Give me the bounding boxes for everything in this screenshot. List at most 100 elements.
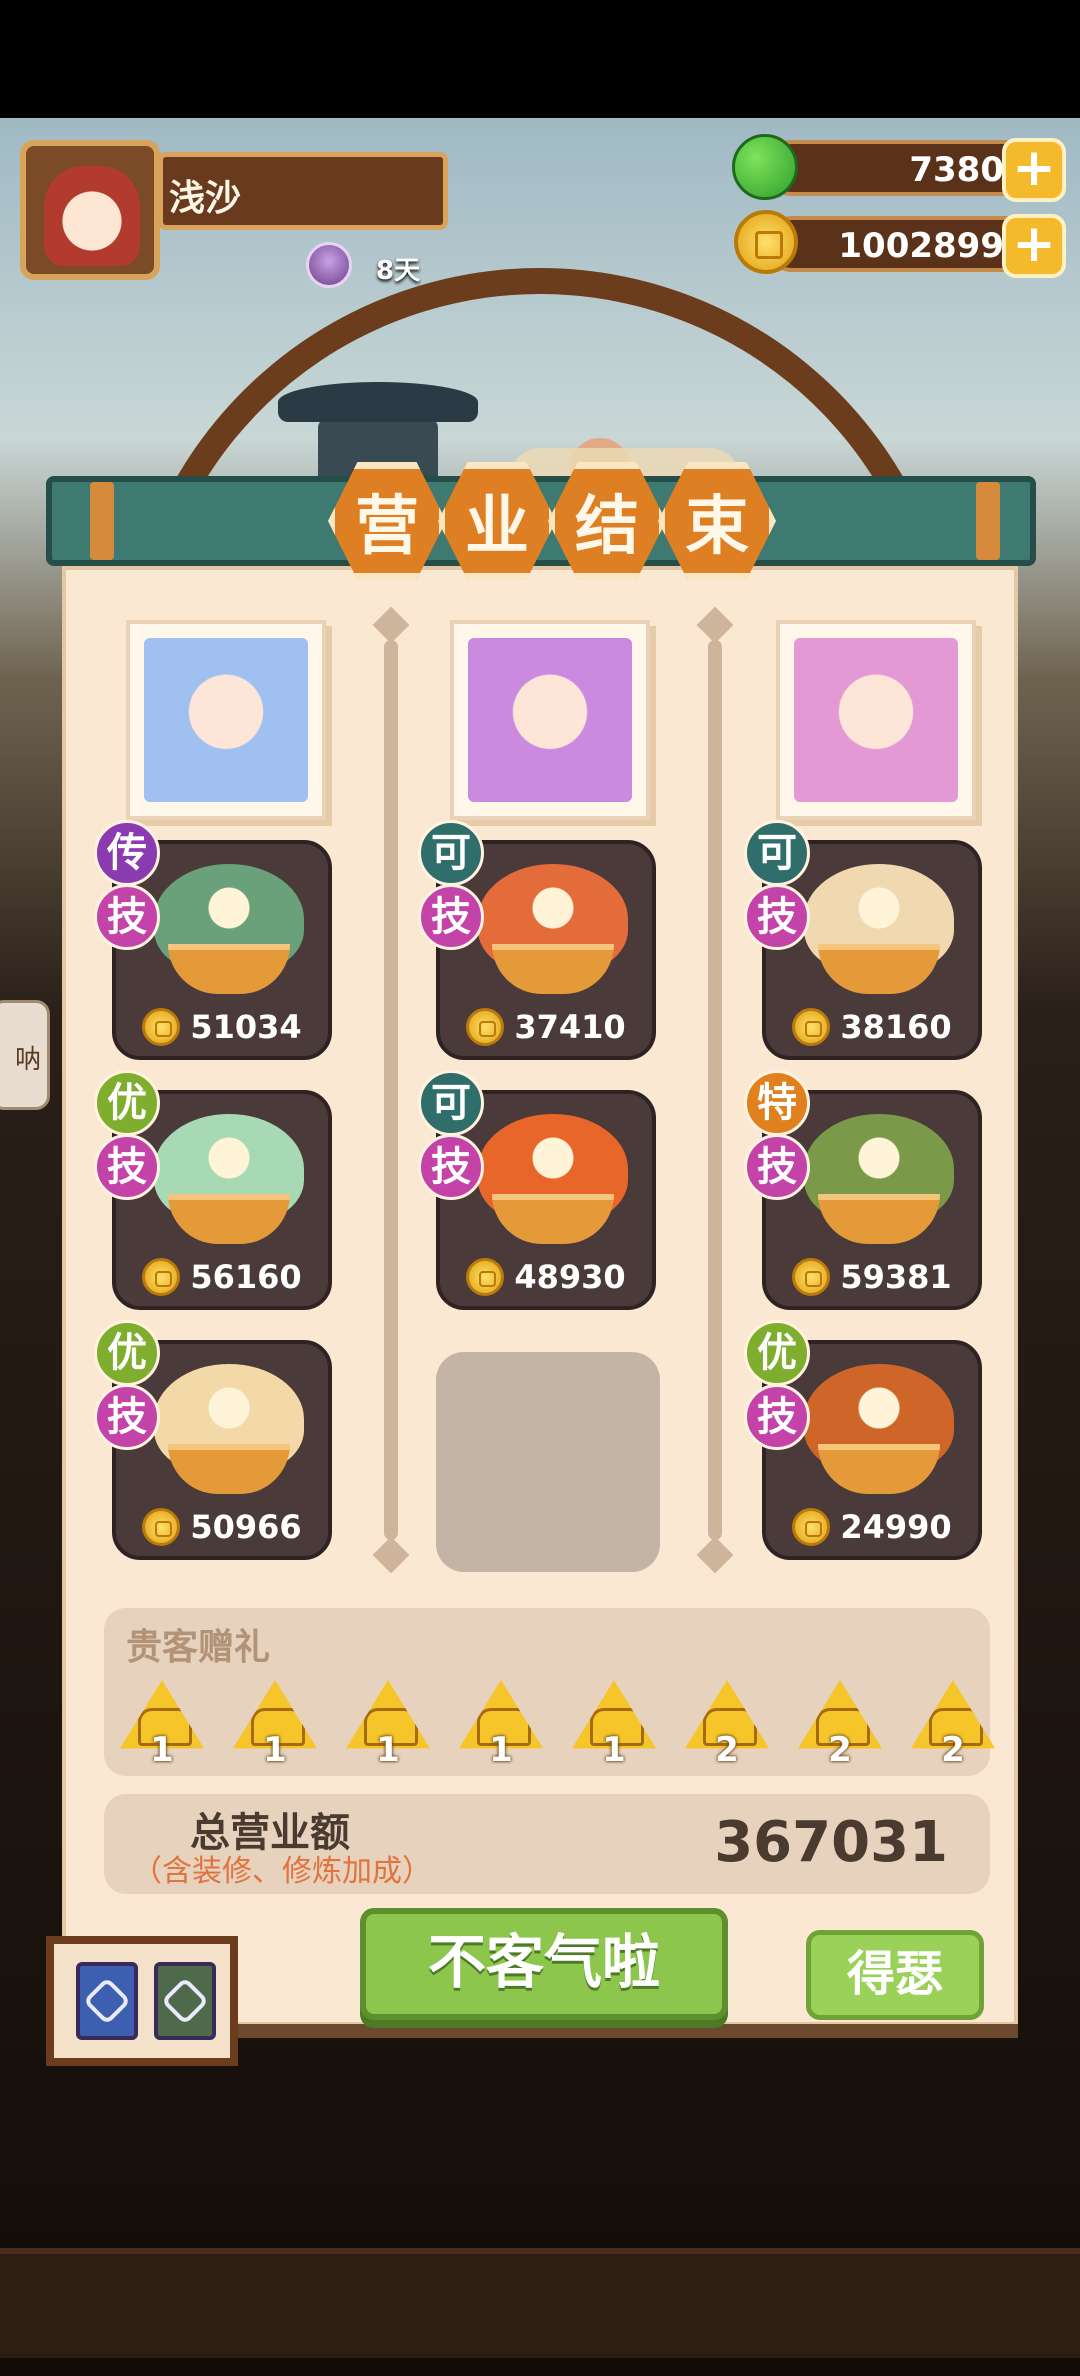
dish-price: 56160 [116,1258,328,1296]
dish-card[interactable]: 特技 59381 [744,1070,982,1310]
dish-card[interactable]: 优技 24990 [744,1320,982,1560]
dish-price-value: 50966 [190,1508,302,1546]
gift-count: 1 [263,1730,287,1770]
coin-icon [792,1258,831,1296]
bowl-icon [168,1444,290,1494]
dish-rank-badge: 优 [94,1070,160,1136]
chef-avatar-icon [44,166,140,266]
dish-price: 48930 [440,1258,652,1296]
skill-badge: 技 [94,1134,160,1200]
add-coin-button[interactable]: + [1002,214,1066,278]
total-revenue-note: （含装修、修炼加成） [132,1854,432,1889]
gift-item[interactable]: 2 [909,1680,997,1770]
gift-item[interactable]: 1 [344,1680,432,1770]
gift-count: 2 [828,1730,852,1770]
coin-icon [734,210,798,274]
green-ticket-icon [154,1962,216,2040]
coin-icon [466,1258,505,1296]
gift-item[interactable]: 1 [457,1680,545,1770]
player-avatar[interactable] [20,140,160,280]
show-off-button[interactable]: 得瑟 [806,1930,984,2020]
dish-price-value: 38160 [840,1008,952,1046]
gift-count: 2 [941,1730,965,1770]
coin-icon [792,1008,831,1046]
title-char: 营 [328,462,446,580]
white-hair-chef-portrait [144,638,308,802]
player-name: 浅沙 [169,178,242,219]
skill-badge: 技 [418,884,484,950]
ticket-board[interactable] [46,1936,238,2066]
fairy-icon [306,242,352,288]
dish-price: 24990 [766,1508,978,1546]
chef-portrait[interactable] [450,620,650,820]
day-count: 8天 [376,256,421,286]
bowl-icon [818,1194,940,1244]
title-closed-for-business: 营 业 结 束 [328,462,778,582]
gift-item[interactable]: 2 [683,1680,771,1770]
dish-card[interactable]: 优技 50966 [94,1320,332,1560]
dish-card[interactable]: 可技 37410 [418,820,656,1060]
dish-price: 59381 [766,1258,978,1296]
coin-icon [466,1008,505,1046]
blue-ticket-icon [76,1962,138,2040]
coin-icon [792,1508,831,1546]
apple-icon [732,134,798,200]
floor-decoration [0,2248,1080,2358]
gift-item[interactable]: 1 [570,1680,658,1770]
skill-badge: 技 [744,1384,810,1450]
dish-rank-badge: 优 [94,1320,160,1386]
vip-gifts-box: 贵客赠礼 1 1 1 1 1 2 2 2 [104,1608,995,1776]
gift-count: 1 [489,1730,513,1770]
dish-rank-badge: 可 [418,820,484,886]
dish-rank-badge: 可 [418,1070,484,1136]
dish-price: 37410 [440,1008,652,1046]
apple-resource-bar: 7380 + [764,138,1066,202]
coin-icon [142,1258,181,1296]
banner-post [90,482,114,560]
banner-post [976,482,1000,560]
coin-count: 1002899 [838,226,1004,266]
dish-price-value: 48930 [514,1258,626,1296]
dish-rank-badge: 特 [744,1070,810,1136]
dish-rank-badge: 可 [744,820,810,886]
youre-welcome-button[interactable]: 不客气啦 [360,1908,728,2020]
gift-item[interactable]: 1 [118,1680,206,1770]
dish-rank-badge: 优 [744,1320,810,1386]
dish-card[interactable]: 可技 48930 [418,1070,656,1310]
bowl-icon [168,1194,290,1244]
dish-price-value: 37410 [514,1008,626,1046]
column-divider [384,640,398,1540]
purple-hair-chef-portrait [468,638,632,802]
dish-price: 50966 [116,1508,328,1546]
dish-rank-badge: 传 [94,820,160,886]
skill-badge: 技 [94,1384,160,1450]
dish-card[interactable]: 可技 38160 [744,820,982,1060]
column-divider [708,640,722,1540]
add-apple-button[interactable]: + [1002,138,1066,202]
pink-crown-chef-portrait [794,638,958,802]
side-button-label: 呐 [14,1045,41,1075]
bowl-icon [818,944,940,994]
title-char: 业 [438,462,556,580]
total-revenue-box: 总营业额 （含装修、修炼加成） 367031 [104,1794,990,1894]
apple-count: 7380 [909,150,1004,190]
bowl-icon [492,1194,614,1244]
dish-card[interactable]: 优技 56160 [94,1070,332,1310]
coin-icon [142,1508,181,1546]
dish-price: 51034 [116,1008,328,1046]
gift-item[interactable]: 2 [796,1680,884,1770]
chef-portrait[interactable] [126,620,326,820]
side-menu-button[interactable]: 呐 [0,1000,50,1110]
chef-portrait[interactable] [776,620,976,820]
coin-icon [142,1008,181,1046]
gift-count: 1 [376,1730,400,1770]
bowl-icon [818,1444,940,1494]
dish-price-value: 51034 [190,1008,302,1046]
skill-badge: 技 [94,884,160,950]
gifts-title: 贵客赠礼 [126,1627,271,1668]
dish-price-value: 56160 [190,1258,302,1296]
dish-card[interactable]: 传技 51034 [94,820,332,1060]
gift-item[interactable]: 1 [231,1680,319,1770]
gift-count: 1 [602,1730,626,1770]
bowl-icon [168,944,290,994]
